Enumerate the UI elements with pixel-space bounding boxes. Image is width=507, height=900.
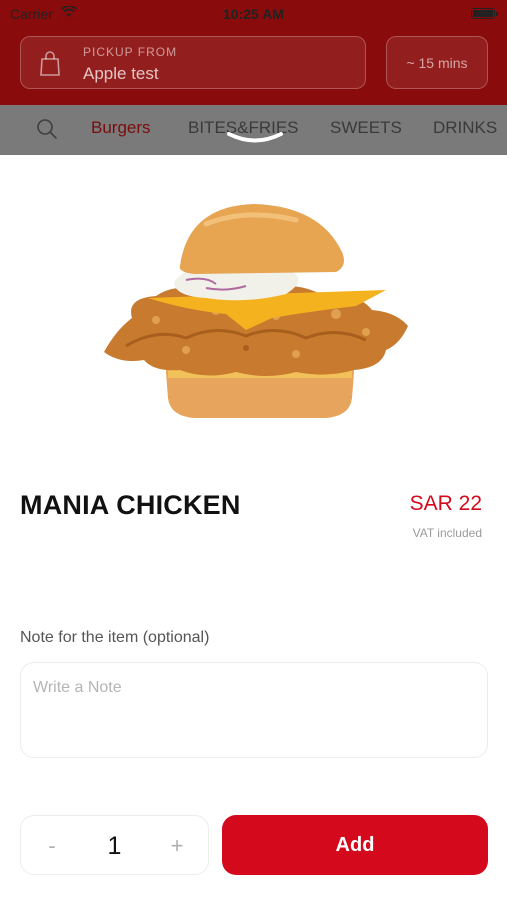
app-header: Carrier 10:25 AM PICKUP FROM Apple test …	[0, 0, 507, 105]
product-image	[104, 204, 408, 418]
increase-quantity-button[interactable]: +	[152, 816, 202, 876]
battery-icon	[471, 8, 498, 19]
tab-sweets[interactable]: SWEETS	[330, 118, 402, 138]
shopping-bag-icon	[40, 51, 60, 76]
tab-drinks[interactable]: DRINKS	[433, 118, 497, 138]
quantity-stepper: - 1 +	[20, 815, 209, 875]
vat-note: VAT included	[412, 526, 482, 540]
status-time: 10:25 AM	[223, 6, 284, 22]
add-button-label: Add	[335, 833, 375, 856]
eta-badge[interactable]: ~ 15 mins	[386, 36, 488, 89]
add-to-cart-button[interactable]: Add	[222, 815, 488, 875]
status-bar: Carrier 10:25 AM	[0, 0, 507, 28]
product-price: SAR 22	[409, 492, 482, 515]
sheet-dismiss-chevron-icon[interactable]	[226, 130, 284, 144]
pickup-location-button[interactable]: PICKUP FROM Apple test	[20, 36, 366, 89]
product-name: MANIA CHICKEN	[20, 490, 241, 520]
search-icon[interactable]	[36, 118, 58, 140]
note-label: Note for the item (optional)	[20, 629, 210, 646]
pickup-store-name: Apple test	[83, 64, 159, 83]
tab-burgers[interactable]: Burgers	[91, 118, 151, 138]
eta-label: ~ 15 mins	[406, 54, 468, 71]
note-input[interactable]	[20, 662, 488, 758]
pickup-label: PICKUP FROM	[83, 45, 178, 59]
